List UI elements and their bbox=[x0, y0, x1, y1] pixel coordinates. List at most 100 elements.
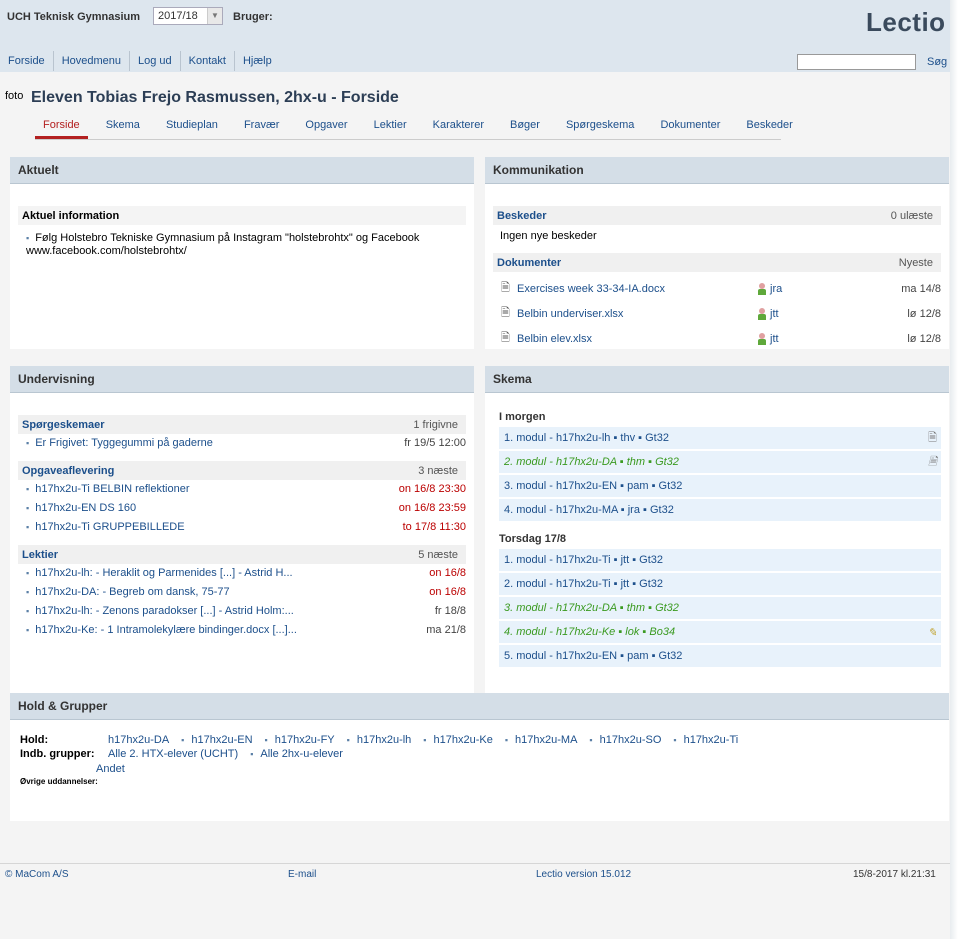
hold-label: Hold: bbox=[20, 734, 49, 746]
document-author[interactable]: jtt bbox=[770, 308, 880, 320]
document-link[interactable]: Belbin underviser.xlsx bbox=[517, 308, 757, 320]
document-date: lø 12/8 bbox=[907, 307, 941, 320]
undervisning-item: h17hx2u-EN DS 160 on 16/8 23:59 bbox=[10, 499, 474, 518]
schedule-module-text: 4. modul - h17hx2u-Ke ▪ lok ▪ Bo34 bbox=[504, 626, 676, 638]
nav-item-hovedmenu[interactable]: Hovedmenu bbox=[54, 51, 131, 71]
grupper-row: Indb. grupper: Alle 2. HTX-elever (UCHT)… bbox=[10, 748, 949, 760]
schedule-module[interactable]: 1. modul - h17hx2u-Ti ▪ jtt ▪ Gt32 bbox=[499, 549, 941, 571]
undervisning-item-date: on 16/8 bbox=[429, 586, 466, 598]
group-link[interactable]: Alle 2. HTX-elever (UCHT) bbox=[108, 748, 238, 760]
document-author[interactable]: jra bbox=[770, 283, 880, 295]
hold-link[interactable]: h17hx2u-DA bbox=[108, 734, 169, 746]
document-date: ma 14/8 bbox=[901, 282, 941, 295]
beskeder-section-head: Beskeder 0 ulæste bbox=[493, 206, 941, 225]
chevron-down-icon[interactable]: ▼ bbox=[207, 8, 222, 24]
undervisning-item-date: on 16/8 bbox=[429, 567, 466, 579]
document-author[interactable]: jtt bbox=[770, 333, 880, 345]
hold-link[interactable]: h17hx2u-lh bbox=[357, 734, 411, 746]
undervisning-item-link[interactable]: h17hx2u-Ke: - 1 Intramolekylære bindinge… bbox=[26, 624, 297, 637]
grupper-label: Indb. grupper: bbox=[20, 748, 95, 760]
section-title-link[interactable]: Opgaveaflevering bbox=[22, 465, 114, 477]
aktuelt-subheader-label: Aktuel information bbox=[22, 210, 120, 222]
hold-link[interactable]: h17hx2u-Ke bbox=[434, 734, 493, 746]
group-link[interactable]: Alle 2hx-u-elever bbox=[260, 748, 343, 760]
tab-8[interactable]: Spørgeskema bbox=[558, 117, 642, 139]
tab-1[interactable]: Skema bbox=[98, 117, 148, 139]
nav-item-log-ud[interactable]: Log ud bbox=[130, 51, 181, 71]
section-title-link[interactable]: Lektier bbox=[22, 549, 58, 561]
undervisning-item-link[interactable]: h17hx2u-Ti BELBIN reflektioner bbox=[26, 483, 189, 496]
document-link[interactable]: Belbin elev.xlsx bbox=[517, 333, 757, 345]
document-icon[interactable]: 🗎 bbox=[928, 429, 937, 448]
undervisning-item-link[interactable]: h17hx2u-lh: - Zenons paradokser [...] - … bbox=[26, 605, 294, 618]
schedule-module[interactable]: 4. modul - h17hx2u-Ke ▪ lok ▪ Bo34 ✎ bbox=[499, 621, 941, 643]
schedule-module[interactable]: 5. modul - h17hx2u-EN ▪ pam ▪ Gt32 bbox=[499, 645, 941, 667]
document-link[interactable]: Exercises week 33-34-IA.docx bbox=[517, 283, 757, 295]
hold-row: Hold: h17hx2u-DA ▪ h17hx2u-EN ▪ h17hx2u-FY ▪ h… bbox=[10, 734, 949, 746]
document-row: 🗎 Belbin elev.xlsx jtt lø 12/8 bbox=[485, 326, 949, 351]
search-input[interactable] bbox=[797, 54, 916, 70]
schedule-module[interactable]: 1. modul - h17hx2u-lh ▪ thv ▪ Gt32 🗎 bbox=[499, 427, 941, 449]
note-icon[interactable]: ✎ bbox=[928, 626, 937, 639]
tab-6[interactable]: Karakterer bbox=[425, 117, 492, 139]
tab-4[interactable]: Opgaver bbox=[297, 117, 355, 139]
hold-link[interactable]: h17hx2u-Ti bbox=[684, 734, 739, 746]
document-icon[interactable]: 🗎 bbox=[928, 453, 937, 472]
timestamp-text: 15/8-2017 kl.21:31 bbox=[853, 869, 936, 880]
dokumenter-link[interactable]: Dokumenter bbox=[497, 257, 561, 269]
dokumenter-section-head: Dokumenter Nyeste bbox=[493, 253, 941, 272]
search-button[interactable]: Søg bbox=[927, 56, 947, 68]
school-year-select[interactable]: 2017/18 ▼ bbox=[153, 7, 223, 25]
separator-dot: ▪ bbox=[264, 735, 268, 745]
copyright-link[interactable]: © MaCom A/S bbox=[5, 869, 69, 880]
tab-10[interactable]: Beskeder bbox=[738, 117, 800, 139]
undervisning-item-link[interactable]: h17hx2u-EN DS 160 bbox=[26, 502, 136, 515]
beskeder-link[interactable]: Beskeder bbox=[497, 210, 547, 222]
beskeder-empty-text: Ingen nye beskeder bbox=[500, 230, 597, 242]
document-icon: 🗎 bbox=[501, 307, 510, 319]
schedule-module-text: 3. modul - h17hx2u-EN ▪ pam ▪ Gt32 bbox=[504, 480, 683, 492]
tab-9[interactable]: Dokumenter bbox=[652, 117, 728, 139]
schedule-module[interactable]: 3. modul - h17hx2u-EN ▪ pam ▪ Gt32 bbox=[499, 475, 941, 497]
undervisning-item-date: fr 18/8 bbox=[434, 605, 466, 617]
lectio-logo[interactable]: Lectio bbox=[866, 7, 946, 38]
tab-2[interactable]: Studieplan bbox=[158, 117, 226, 139]
scrollbar[interactable] bbox=[950, 0, 958, 939]
andet-link[interactable]: Andet bbox=[96, 763, 125, 775]
document-row: 🗎 Exercises week 33-34-IA.docx jra ma 14/8 bbox=[485, 276, 949, 301]
schedule-module[interactable]: 3. modul - h17hx2u-DA ▪ thm ▪ Gt32 bbox=[499, 597, 941, 619]
nav-item-forside[interactable]: Forside bbox=[0, 51, 54, 71]
school-year-value: 2017/18 bbox=[158, 10, 198, 22]
section-title-link[interactable]: Spørgeskemaer bbox=[22, 419, 105, 431]
separator-dot: ▪ bbox=[346, 735, 350, 745]
undervisning-section-head: Opgaveaflevering 3 næste bbox=[18, 461, 466, 480]
hold-link[interactable]: h17hx2u-EN bbox=[191, 734, 252, 746]
nav-item-kontakt[interactable]: Kontakt bbox=[181, 51, 235, 71]
skema-panel: Skema I morgen 1. modul - h17hx2u-lh ▪ th… bbox=[485, 366, 949, 746]
undervisning-item-date: on 16/8 23:30 bbox=[398, 483, 466, 495]
schedule-module[interactable]: 2. modul - h17hx2u-Ti ▪ jtt ▪ Gt32 bbox=[499, 573, 941, 595]
undervisning-item-link[interactable]: h17hx2u-lh: - Heraklit og Parmenides [..… bbox=[26, 567, 292, 580]
schedule-module[interactable]: 2. modul - h17hx2u-DA ▪ thm ▪ Gt32 🗎 bbox=[499, 451, 941, 473]
hold-link[interactable]: h17hx2u-FY bbox=[275, 734, 335, 746]
tab-7[interactable]: Bøger bbox=[502, 117, 548, 139]
tab-3[interactable]: Fravær bbox=[236, 117, 287, 139]
undervisning-item-link[interactable]: Er Frigivet: Tyggegummi på gaderne bbox=[26, 437, 213, 450]
dokumenter-sort: Nyeste bbox=[898, 257, 933, 269]
undervisning-panel: Undervisning Spørgeskemaer 1 frigivne Er F… bbox=[10, 366, 474, 746]
undervisning-item-link[interactable]: h17hx2u-DA: - Begreb om dansk, 75-77 bbox=[26, 586, 229, 599]
hold-link[interactable]: h17hx2u-SO bbox=[600, 734, 662, 746]
user-label: Bruger: bbox=[233, 11, 273, 23]
separator-dot: ▪ bbox=[181, 735, 185, 745]
email-link[interactable]: E-mail bbox=[288, 869, 316, 880]
aktuelt-item: Følg Holstebro Tekniske Gymnasium på Ins… bbox=[10, 229, 474, 261]
nav-item-hjælp[interactable]: Hjælp bbox=[235, 51, 280, 71]
undervisning-section-head: Spørgeskemaer 1 frigivne bbox=[18, 415, 466, 434]
schedule-module-text: 4. modul - h17hx2u-MA ▪ jra ▪ Gt32 bbox=[504, 504, 674, 516]
tab-0[interactable]: Forside bbox=[35, 117, 88, 139]
hold-link[interactable]: h17hx2u-MA bbox=[515, 734, 577, 746]
tab-5[interactable]: Lektier bbox=[366, 117, 415, 139]
schedule-module[interactable]: 4. modul - h17hx2u-MA ▪ jra ▪ Gt32 bbox=[499, 499, 941, 521]
undervisning-item-link[interactable]: h17hx2u-Ti GRUPPEBILLEDE bbox=[26, 521, 184, 534]
document-icon: 🗎 bbox=[501, 282, 510, 294]
